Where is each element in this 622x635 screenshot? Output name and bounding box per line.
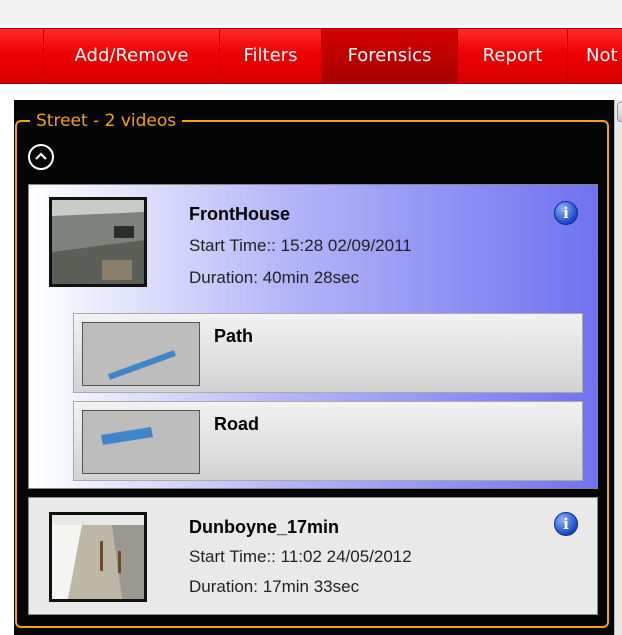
video-duration: Duration: 17min 33sec [189,577,360,596]
video-thumbnail [49,512,147,602]
menu-item-start[interactable] [0,29,44,83]
vertical-scrollbar[interactable] [614,100,622,635]
forensic-item-label: Road [214,414,259,434]
menu-bar: Add/Remove Filters Forensics Report Not [0,28,622,84]
forensic-item-path[interactable]: Path [73,313,583,393]
video-start-time: Start Time:: 11:02 24/05/2012 [189,547,412,566]
group-title: Street - 2 videos [30,108,183,134]
road-preview [82,410,200,474]
video-start-time: Start Time:: 15:28 02/09/2011 [189,236,412,255]
menu-item-report[interactable]: Report [458,29,568,83]
info-icon[interactable]: i [554,512,578,536]
menu-item-notifications[interactable]: Not [568,29,622,83]
menu-item-filters[interactable]: Filters [220,29,322,83]
top-strip [0,0,622,26]
scrollbar-thumb[interactable] [617,102,622,122]
video-title: Dunboyne_17min [189,517,340,537]
info-icon[interactable]: i [554,201,578,225]
video-thumbnail [49,197,147,287]
forensic-item-road[interactable]: Road [73,401,583,481]
video-title: FrontHouse [189,204,290,224]
video-duration: Duration: 40min 28sec [189,268,360,287]
video-card-fronthouse[interactable]: FrontHouse Start Time:: 15:28 02/09/2011… [28,184,598,489]
forensic-item-label: Path [214,326,254,346]
chevron-up-icon[interactable] [28,144,54,170]
path-preview [82,322,200,386]
menu-item-add-remove[interactable]: Add/Remove [44,29,220,83]
video-card-dunboyne[interactable]: Dunboyne_17min Start Time:: 11:02 24/05/… [28,497,598,615]
menu-item-forensics[interactable]: Forensics [322,29,458,83]
